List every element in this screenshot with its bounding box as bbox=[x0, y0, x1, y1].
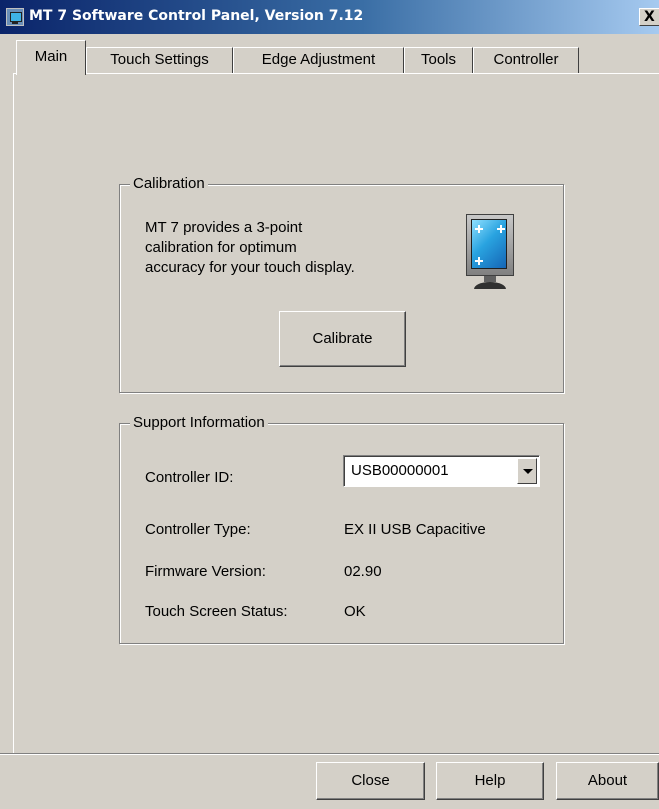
tab-touch-settings[interactable]: Touch Settings bbox=[86, 47, 233, 73]
controller-id-select[interactable]: USB00000001 bbox=[343, 455, 540, 487]
calibration-description: MT 7 provides a 3-point calibration for … bbox=[145, 218, 445, 278]
support-information-legend: Support Information bbox=[130, 414, 268, 431]
calibration-text-line: calibration for optimum bbox=[145, 239, 297, 256]
window-title: MT 7 Software Control Panel, Version 7.1… bbox=[29, 8, 364, 24]
calibrate-button[interactable]: Calibrate bbox=[279, 311, 406, 367]
chevron-down-icon[interactable] bbox=[517, 458, 537, 484]
tab-label: Main bbox=[34, 48, 68, 65]
about-button[interactable]: About bbox=[556, 762, 659, 800]
tab-label: Touch Settings bbox=[110, 51, 209, 68]
close-window-button[interactable]: X bbox=[639, 8, 659, 26]
title-bar: MT 7 Software Control Panel, Version 7.1… bbox=[0, 0, 659, 34]
tab-panel bbox=[13, 73, 659, 753]
tab-edge-adjustment[interactable]: Edge Adjustment bbox=[233, 47, 404, 73]
calibration-legend: Calibration bbox=[130, 175, 208, 192]
calibration-point-icon bbox=[475, 225, 483, 233]
help-button-label: Help bbox=[474, 772, 506, 789]
controller-type-value: EX II USB Capacitive bbox=[344, 521, 486, 538]
controller-id-value: USB00000001 bbox=[351, 462, 449, 479]
tab-controller[interactable]: Controller bbox=[473, 47, 579, 73]
calibrate-button-label: Calibrate bbox=[312, 330, 373, 347]
controller-id-label: Controller ID: bbox=[145, 469, 234, 486]
monitor-screen bbox=[471, 219, 507, 269]
touch-screen-status-value: OK bbox=[344, 603, 366, 620]
help-button[interactable]: Help bbox=[436, 762, 544, 800]
tab-label: Controller bbox=[493, 51, 559, 68]
close-button-label: Close bbox=[351, 772, 390, 789]
tab-label: Tools bbox=[420, 51, 457, 68]
footer-divider bbox=[0, 753, 659, 755]
calibration-text-line: MT 7 provides a 3-point bbox=[145, 219, 303, 236]
calibration-point-icon bbox=[475, 257, 483, 265]
monitor-stand bbox=[474, 282, 506, 289]
tab-main[interactable]: Main bbox=[16, 40, 86, 75]
firmware-version-value: 02.90 bbox=[344, 563, 382, 580]
touch-screen-status-label: Touch Screen Status: bbox=[145, 603, 288, 620]
controller-type-label: Controller Type: bbox=[145, 521, 251, 538]
touch-monitor-icon bbox=[466, 214, 514, 292]
close-button[interactable]: Close bbox=[316, 762, 425, 800]
calibration-text-line: accuracy for your touch display. bbox=[145, 259, 355, 276]
touch-monitor-icon[interactable] bbox=[6, 8, 24, 26]
firmware-version-label: Firmware Version: bbox=[145, 563, 266, 580]
calibration-point-icon bbox=[497, 225, 505, 233]
tab-tools[interactable]: Tools bbox=[404, 47, 473, 73]
tab-label: Edge Adjustment bbox=[261, 51, 376, 68]
about-button-label: About bbox=[587, 772, 628, 789]
